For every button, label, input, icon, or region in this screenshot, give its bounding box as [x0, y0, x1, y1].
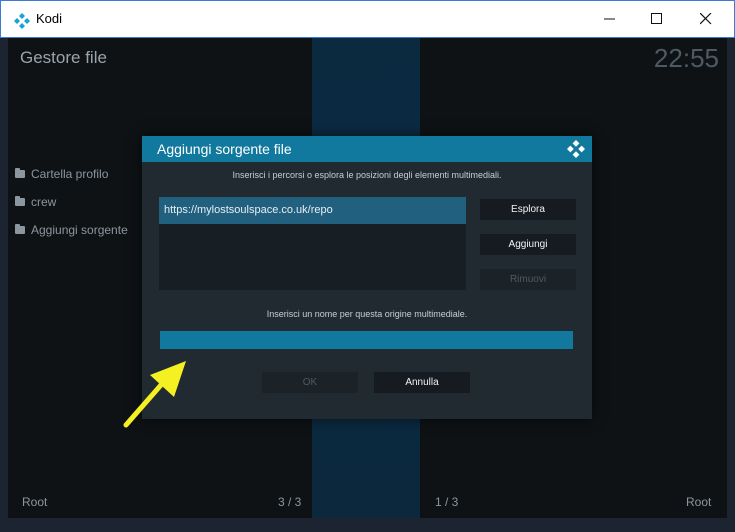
sidebar-item-label: Aggiungi sorgente [31, 223, 128, 237]
yellow-arrow-icon [123, 361, 186, 428]
folder-icon [15, 168, 25, 178]
remove-path-button[interactable]: Rimuovi [480, 269, 576, 290]
folder-icon [15, 224, 25, 234]
maximize-icon [651, 13, 662, 24]
source-name-input[interactable] [160, 331, 573, 349]
sidebar-item-crew[interactable]: crew [15, 195, 56, 209]
paths-instruction: Inserisci i percorsi o esplora le posizi… [232, 170, 502, 180]
minimize-icon [604, 18, 615, 20]
sidebar-item-label: Cartella profilo [31, 167, 109, 181]
footer-right-path: Root [686, 495, 712, 509]
cancel-button[interactable]: Annulla [374, 372, 470, 393]
name-instruction: Inserisci un nome per questa origine mul… [266, 309, 468, 319]
kodi-logo-icon [14, 13, 30, 29]
folder-icon [15, 196, 25, 206]
source-paths-list[interactable]: https://mylostsoulspace.co.uk/repo [159, 197, 466, 290]
clock: 22:55 [653, 43, 719, 73]
maximize-button[interactable] [637, 6, 677, 32]
sidebar-item-cartella-profilo[interactable]: Cartella profilo [15, 167, 108, 181]
add-path-button[interactable]: Aggiungi [480, 234, 576, 255]
ok-button[interactable]: OK [262, 372, 358, 393]
outer-background [0, 518, 735, 532]
close-icon [700, 13, 712, 25]
browse-button[interactable]: Esplora [480, 199, 576, 220]
list-item[interactable]: https://mylostsoulspace.co.uk/repo [159, 197, 466, 224]
footer-right-count: 1 / 3 [435, 495, 459, 509]
minimize-button[interactable] [590, 6, 630, 32]
window-title: Kodi [36, 11, 63, 26]
footer-left-path: Root [22, 495, 48, 509]
sidebar-item-aggiungi-sorgente[interactable]: Aggiungi sorgente [15, 223, 128, 237]
kodi-logo-icon [567, 140, 585, 158]
close-button[interactable] [686, 6, 726, 32]
kodi-app-area: Gestore file 22:55 Cartella profilo crew… [8, 38, 727, 518]
sidebar-item-label: crew [31, 195, 57, 209]
add-source-dialog: Aggiungi sorgente file Inserisci i perco… [142, 136, 592, 419]
footer-left-count: 3 / 3 [278, 495, 302, 509]
page-title: Gestore file [20, 48, 107, 67]
dialog-title: Aggiungi sorgente file [157, 141, 292, 157]
